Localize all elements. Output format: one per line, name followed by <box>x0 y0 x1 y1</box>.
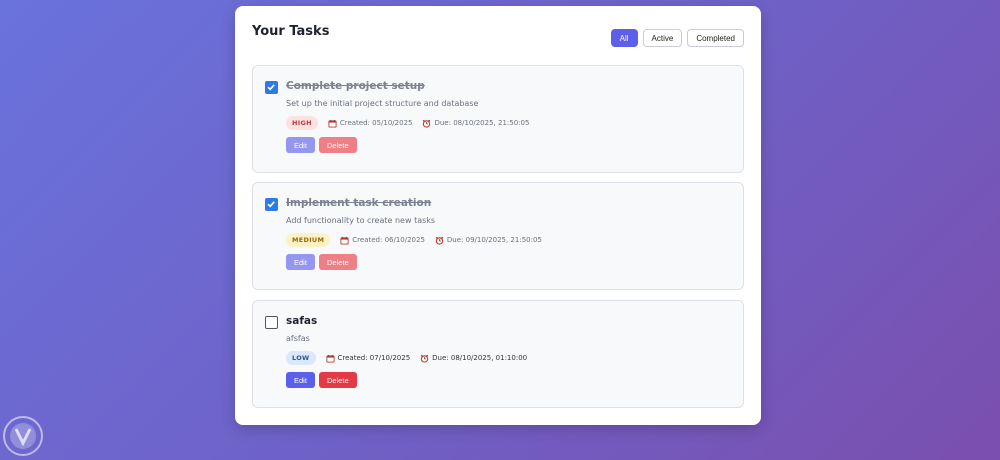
shield-logo-icon <box>10 423 36 449</box>
watermark-logo <box>3 416 43 456</box>
filter-completed-button[interactable]: Completed <box>687 29 744 47</box>
priority-badge: HIGH <box>286 116 318 130</box>
task-title: Implement task creation <box>286 197 432 209</box>
edit-button[interactable]: Edit <box>286 372 315 388</box>
calendar-icon <box>325 354 335 363</box>
due-date-text: Due: 09/10/2025, 21:50:05 <box>446 236 542 244</box>
delete-button[interactable]: Delete <box>318 137 357 153</box>
created-date: Created: 07/10/2025 <box>325 354 411 363</box>
task-description: afsfas <box>286 334 310 343</box>
task-checkbox[interactable] <box>265 81 278 94</box>
due-date: Due: 09/10/2025, 21:50:05 <box>435 236 542 245</box>
task-actions: Edit Delete <box>286 137 357 153</box>
calendar-icon <box>340 236 349 245</box>
task-card: safas afsfas LOW Created: 07/10/2025 Due… <box>252 300 744 408</box>
page-title: Your Tasks <box>252 24 330 39</box>
filter-all-button[interactable]: All <box>610 29 638 47</box>
task-card: Implement task creation Add functionalit… <box>252 182 744 290</box>
created-date: Created: 05/10/2025 <box>328 119 413 128</box>
task-meta: LOW Created: 07/10/2025 Due: 08/10/2025,… <box>286 351 527 365</box>
due-date: Due: 08/10/2025, 21:50:05 <box>422 119 529 128</box>
alarm-clock-icon <box>423 119 431 128</box>
alarm-clock-icon <box>435 236 444 245</box>
created-date-text: Created: 05/10/2025 <box>339 119 413 127</box>
checkmark-icon <box>267 201 275 208</box>
tasks-panel: Your Tasks All Active Completed Complete… <box>235 6 761 425</box>
priority-badge: MEDIUM <box>286 233 331 247</box>
task-description: Set up the initial project structure and… <box>286 99 479 108</box>
due-date: Due: 08/10/2025, 01:10:00 <box>420 354 527 363</box>
created-date-text: Created: 06/10/2025 <box>352 236 425 244</box>
filter-active-button[interactable]: Active <box>642 29 683 47</box>
filter-bar: All Active Completed <box>610 29 744 47</box>
task-description: Add functionality to create new tasks <box>286 216 436 225</box>
priority-badge: LOW <box>286 351 316 365</box>
task-checkbox[interactable] <box>265 198 278 211</box>
alarm-clock-icon <box>420 354 429 363</box>
created-date: Created: 06/10/2025 <box>340 236 425 245</box>
due-date-text: Due: 08/10/2025, 01:10:00 <box>432 354 528 362</box>
task-card: Complete project setup Set up the initia… <box>252 65 744 173</box>
task-title: Complete project setup <box>286 80 425 92</box>
due-date-text: Due: 08/10/2025, 21:50:05 <box>434 119 530 127</box>
created-date-text: Created: 07/10/2025 <box>337 354 411 362</box>
task-actions: Edit Delete <box>286 254 357 270</box>
calendar-icon <box>328 119 337 128</box>
delete-button[interactable]: Delete <box>318 254 357 270</box>
task-meta: HIGH Created: 05/10/2025 Due: 08/10/2025… <box>286 116 529 130</box>
edit-button[interactable]: Edit <box>286 254 315 270</box>
task-title: safas <box>286 315 318 327</box>
task-meta: MEDIUM Created: 06/10/2025 Due: 09/10/20… <box>286 233 542 247</box>
checkmark-icon <box>267 84 275 91</box>
edit-button[interactable]: Edit <box>286 137 315 153</box>
delete-button[interactable]: Delete <box>318 372 357 388</box>
task-actions: Edit Delete <box>286 372 357 388</box>
task-checkbox[interactable] <box>265 316 278 329</box>
